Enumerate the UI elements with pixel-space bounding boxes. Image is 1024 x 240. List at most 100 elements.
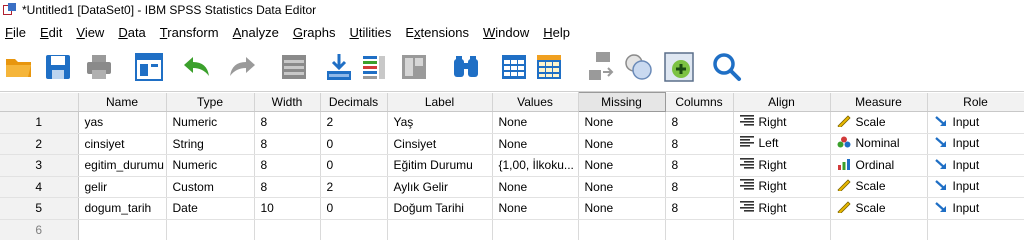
insert-cases-icon[interactable] <box>497 50 531 84</box>
weight-cases-icon[interactable] <box>622 50 656 84</box>
cell-values[interactable]: None <box>492 176 579 198</box>
cell-decimals[interactable] <box>320 219 388 240</box>
cell-align[interactable]: Right <box>733 111 831 134</box>
column-header-role[interactable]: Role <box>927 92 1024 112</box>
cell-align[interactable]: Left <box>733 133 831 155</box>
table-row[interactable]: 2 cinsiyet String 8 0 Cinsiyet None None 8 Left No… <box>0 133 1024 155</box>
cell-measure[interactable]: Scale <box>830 111 928 134</box>
row-number[interactable]: 5 <box>0 197 79 220</box>
cell-values[interactable]: None <box>492 111 579 134</box>
cell-values[interactable] <box>492 219 579 240</box>
row-number[interactable]: 2 <box>0 133 79 155</box>
menu-help[interactable]: Help <box>536 22 577 44</box>
menu-utilities[interactable]: Utilities <box>342 22 398 44</box>
cell-decimals[interactable]: 0 <box>320 133 388 155</box>
cell-columns[interactable]: 8 <box>665 111 734 134</box>
column-header-missing[interactable]: Missing <box>577 92 666 112</box>
cell-name[interactable]: egitim_durumu <box>78 154 167 177</box>
cell-type[interactable]: Custom <box>166 176 255 198</box>
cell-role[interactable]: Input <box>927 176 1024 198</box>
menu-file[interactable]: File <box>0 22 33 44</box>
cell-measure[interactable]: Scale <box>830 176 928 198</box>
cell-align[interactable]: Right <box>733 154 831 177</box>
cell-columns[interactable]: 8 <box>665 176 734 198</box>
cell-decimals[interactable]: 2 <box>320 176 388 198</box>
table-row[interactable]: 4 gelir Custom 8 2 Aylık Gelir None None 8 Right S… <box>0 176 1024 198</box>
cell-role[interactable]: Input <box>927 111 1024 134</box>
cell-measure[interactable]: Nominal <box>830 133 928 155</box>
cell-columns[interactable]: 8 <box>665 154 734 177</box>
column-header-measure[interactable]: Measure <box>830 92 928 112</box>
cell-width[interactable] <box>254 219 321 240</box>
table-row[interactable]: 5 dogum_tarih Date 10 0 Doğum Tarihi None None 8… <box>0 197 1024 220</box>
cell-measure[interactable]: Ordinal <box>830 154 928 177</box>
redo-icon[interactable] <box>225 50 259 84</box>
cell-name[interactable]: gelir <box>78 176 167 198</box>
cell-type[interactable] <box>166 219 255 240</box>
cell-name[interactable]: yas <box>78 111 167 134</box>
cell-label[interactable]: Doğum Tarihi <box>387 197 493 220</box>
cell-width[interactable]: 8 <box>254 154 321 177</box>
menu-graphs[interactable]: Graphs <box>286 22 343 44</box>
cell-decimals[interactable]: 2 <box>320 111 388 134</box>
cell-type[interactable]: Numeric <box>166 154 255 177</box>
menu-extensions[interactable]: Extensions <box>398 22 476 44</box>
cell-missing[interactable]: None <box>578 111 666 134</box>
column-header-columns[interactable]: Columns <box>665 92 734 112</box>
table-row[interactable]: 3 egitim_durumu Numeric 8 0 Eğitim Durumu {1,0… <box>0 154 1024 177</box>
cell-measure[interactable]: Scale <box>830 197 928 220</box>
cell-width[interactable]: 8 <box>254 133 321 155</box>
column-header-values[interactable]: Values <box>492 92 579 112</box>
cell-type[interactable]: String <box>166 133 255 155</box>
cell-decimals[interactable]: 0 <box>320 154 388 177</box>
goto-case-icon[interactable] <box>277 50 311 84</box>
cell-label[interactable]: Aylık Gelir <box>387 176 493 198</box>
menu-analyze[interactable]: Analyze <box>226 22 286 44</box>
cell-missing[interactable]: None <box>578 197 666 220</box>
menu-window[interactable]: Window <box>476 22 536 44</box>
menu-data[interactable]: Data <box>111 22 152 44</box>
cell-width[interactable]: 10 <box>254 197 321 220</box>
variables-icon[interactable] <box>357 50 391 84</box>
column-header-decimals[interactable]: Decimals <box>320 92 388 112</box>
cell-columns[interactable] <box>665 219 734 240</box>
run-descriptives-icon[interactable] <box>397 50 431 84</box>
cell-label[interactable]: Cinsiyet <box>387 133 493 155</box>
print-icon[interactable] <box>82 50 116 84</box>
open-folder-icon[interactable] <box>2 50 36 84</box>
cell-align[interactable]: Right <box>733 197 831 220</box>
row-number[interactable]: 1 <box>0 111 79 134</box>
cell-label[interactable]: Eğitim Durumu <box>387 154 493 177</box>
cell-type[interactable]: Date <box>166 197 255 220</box>
cell-missing[interactable]: None <box>578 154 666 177</box>
select-cases-icon[interactable] <box>662 50 696 84</box>
row-number[interactable]: 4 <box>0 176 79 198</box>
save-icon[interactable] <box>41 50 75 84</box>
menu-view[interactable]: View <box>69 22 111 44</box>
row-number[interactable]: 6 <box>0 219 79 240</box>
cell-role[interactable]: Input <box>927 197 1024 220</box>
cell-name[interactable]: dogum_tarih <box>78 197 167 220</box>
goto-variable-icon[interactable] <box>322 50 356 84</box>
column-header-label[interactable]: Label <box>387 92 493 112</box>
cell-role[interactable]: Input <box>927 133 1024 155</box>
corner-header[interactable] <box>0 92 79 112</box>
cell-label[interactable] <box>387 219 493 240</box>
column-header-name[interactable]: Name <box>78 92 167 112</box>
cell-values[interactable]: {1,00, İlkoku... <box>492 154 579 177</box>
cell-width[interactable]: 8 <box>254 176 321 198</box>
table-row[interactable]: 1 yas Numeric 8 2 Yaş None None 8 Right Scale Input <box>0 111 1024 134</box>
column-header-width[interactable]: Width <box>254 92 321 112</box>
cell-missing[interactable]: None <box>578 133 666 155</box>
cell-missing[interactable] <box>578 219 666 240</box>
cell-type[interactable]: Numeric <box>166 111 255 134</box>
cell-role[interactable]: Input <box>927 154 1024 177</box>
row-number[interactable]: 3 <box>0 154 79 177</box>
cell-role[interactable] <box>927 219 1024 240</box>
menu-transform[interactable]: Transform <box>153 22 226 44</box>
cell-values[interactable]: None <box>492 197 579 220</box>
cell-align[interactable]: Right <box>733 176 831 198</box>
search-icon[interactable] <box>710 50 744 84</box>
cell-measure[interactable] <box>830 219 928 240</box>
cell-name[interactable] <box>78 219 167 240</box>
